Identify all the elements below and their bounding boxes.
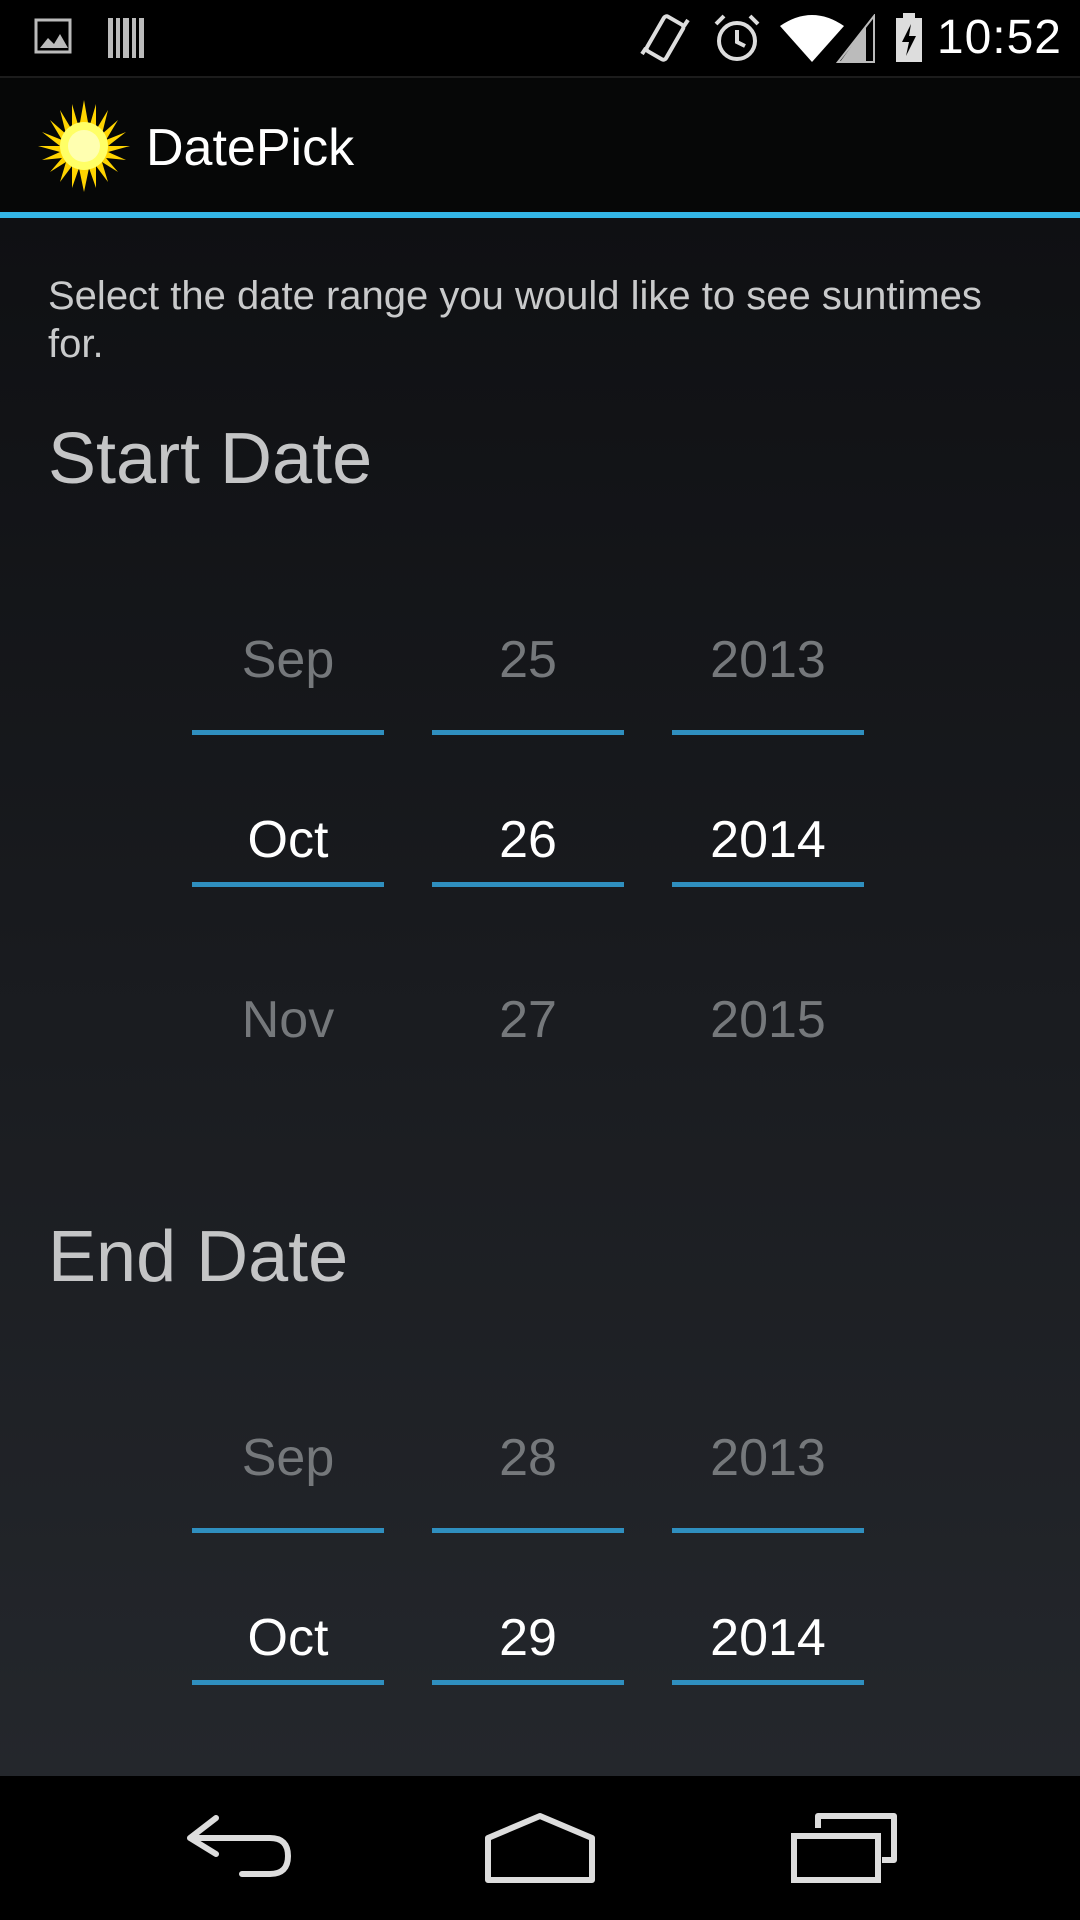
status-bar: 10:52 [0, 0, 1080, 76]
vibrate-icon [640, 14, 690, 62]
end-month-prev[interactable]: Sep [192, 1428, 384, 1488]
start-day-prev[interactable]: 25 [432, 630, 624, 690]
start-year-divider-top [672, 730, 864, 735]
end-year-prev[interactable]: 2013 [672, 1428, 864, 1488]
back-icon[interactable] [186, 1808, 296, 1888]
wifi-icon [780, 15, 844, 62]
end-date-title: End Date [48, 1217, 349, 1297]
end-month-current[interactable]: Oct [192, 1608, 384, 1668]
start-month-divider-top [192, 730, 384, 735]
sun-icon[interactable] [36, 98, 132, 194]
end-day-prev[interactable]: 28 [432, 1428, 624, 1488]
start-year-divider-bottom [672, 882, 864, 887]
barcode-icon [108, 18, 144, 58]
end-year-divider-top [672, 1528, 864, 1533]
battery-charging-icon [896, 13, 922, 62]
start-month-next[interactable]: Nov [192, 990, 384, 1050]
start-month-current[interactable]: Oct [192, 810, 384, 870]
start-day-divider-bottom [432, 882, 624, 887]
start-day-spinner[interactable]: 25 26 27 [432, 588, 624, 1068]
navigation-bar [0, 1776, 1080, 1920]
app-title: DatePick [146, 119, 355, 177]
intro-text: Select the date range you would like to … [48, 274, 982, 366]
alarm-icon [714, 14, 760, 61]
end-month-divider-bottom [192, 1680, 384, 1685]
start-year-spinner[interactable]: 2013 2014 2015 [672, 588, 864, 1068]
start-day-divider-top [432, 730, 624, 735]
start-year-current[interactable]: 2014 [672, 810, 864, 870]
end-month-divider-top [192, 1528, 384, 1533]
start-year-next[interactable]: 2015 [672, 990, 864, 1050]
start-date-title: Start Date [48, 419, 373, 499]
start-month-prev[interactable]: Sep [192, 630, 384, 690]
start-month-divider-bottom [192, 882, 384, 887]
picture-icon [34, 18, 72, 54]
recent-apps-icon[interactable] [790, 1808, 900, 1888]
start-date-picker: Sep Oct Nov 25 26 27 2013 2014 2015 [192, 588, 864, 1068]
start-day-current[interactable]: 26 [432, 810, 624, 870]
status-time: 10:52 [936, 11, 1062, 64]
start-year-prev[interactable]: 2013 [672, 630, 864, 690]
action-bar: DatePick [0, 76, 1080, 214]
end-day-divider-top [432, 1528, 624, 1533]
start-day-next[interactable]: 27 [432, 990, 624, 1050]
signal-icon [836, 14, 875, 63]
end-day-current[interactable]: 29 [432, 1608, 624, 1668]
content-area: Select the date range you would like to … [0, 218, 1080, 1776]
start-month-spinner[interactable]: Sep Oct Nov [192, 588, 384, 1068]
end-year-divider-bottom [672, 1680, 864, 1685]
end-day-divider-bottom [432, 1680, 624, 1685]
home-icon[interactable] [484, 1808, 596, 1888]
end-year-current[interactable]: 2014 [672, 1608, 864, 1668]
